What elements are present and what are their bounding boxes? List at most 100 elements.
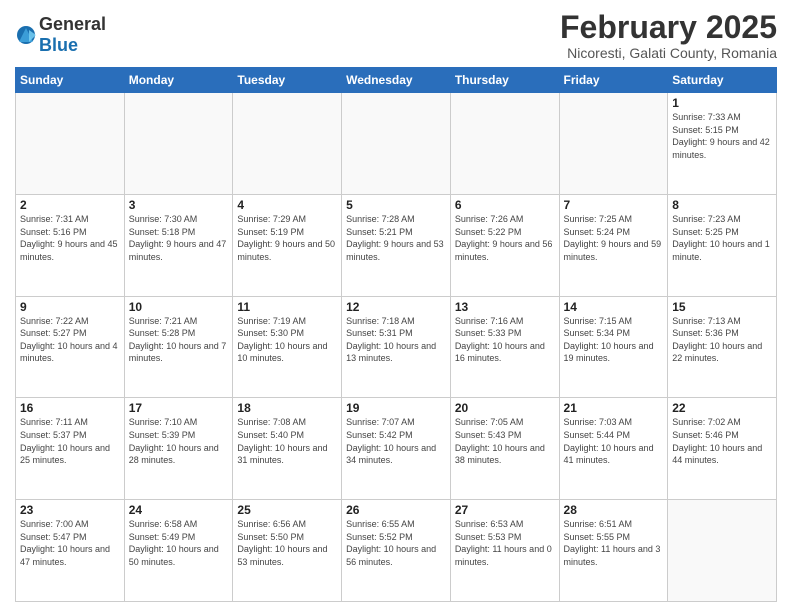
day-cell: 15Sunrise: 7:13 AM Sunset: 5:36 PM Dayli…	[668, 296, 777, 398]
day-number: 28	[564, 503, 664, 517]
day-info: Sunrise: 7:10 AM Sunset: 5:39 PM Dayligh…	[129, 416, 229, 466]
day-cell: 9Sunrise: 7:22 AM Sunset: 5:27 PM Daylig…	[16, 296, 125, 398]
calendar-table: Sunday Monday Tuesday Wednesday Thursday…	[15, 67, 777, 602]
day-cell: 11Sunrise: 7:19 AM Sunset: 5:30 PM Dayli…	[233, 296, 342, 398]
day-info: Sunrise: 7:31 AM Sunset: 5:16 PM Dayligh…	[20, 213, 120, 263]
day-number: 15	[672, 300, 772, 314]
day-number: 26	[346, 503, 446, 517]
day-info: Sunrise: 7:25 AM Sunset: 5:24 PM Dayligh…	[564, 213, 664, 263]
col-thursday: Thursday	[450, 68, 559, 93]
calendar-header-row: Sunday Monday Tuesday Wednesday Thursday…	[16, 68, 777, 93]
day-number: 17	[129, 401, 229, 415]
day-info: Sunrise: 7:05 AM Sunset: 5:43 PM Dayligh…	[455, 416, 555, 466]
day-cell: 18Sunrise: 7:08 AM Sunset: 5:40 PM Dayli…	[233, 398, 342, 500]
day-cell	[668, 500, 777, 602]
day-number: 24	[129, 503, 229, 517]
day-number: 27	[455, 503, 555, 517]
day-number: 21	[564, 401, 664, 415]
col-friday: Friday	[559, 68, 668, 93]
day-number: 23	[20, 503, 120, 517]
title-block: February 2025 Nicoresti, Galati County, …	[560, 10, 777, 61]
logo-icon	[15, 24, 37, 46]
day-info: Sunrise: 7:33 AM Sunset: 5:15 PM Dayligh…	[672, 111, 772, 161]
day-number: 11	[237, 300, 337, 314]
day-cell: 6Sunrise: 7:26 AM Sunset: 5:22 PM Daylig…	[450, 194, 559, 296]
col-wednesday: Wednesday	[342, 68, 451, 93]
day-cell	[559, 93, 668, 195]
day-number: 1	[672, 96, 772, 110]
day-cell: 10Sunrise: 7:21 AM Sunset: 5:28 PM Dayli…	[124, 296, 233, 398]
day-cell: 3Sunrise: 7:30 AM Sunset: 5:18 PM Daylig…	[124, 194, 233, 296]
day-cell: 25Sunrise: 6:56 AM Sunset: 5:50 PM Dayli…	[233, 500, 342, 602]
day-cell: 22Sunrise: 7:02 AM Sunset: 5:46 PM Dayli…	[668, 398, 777, 500]
day-info: Sunrise: 7:07 AM Sunset: 5:42 PM Dayligh…	[346, 416, 446, 466]
day-number: 19	[346, 401, 446, 415]
col-sunday: Sunday	[16, 68, 125, 93]
week-row-1: 1Sunrise: 7:33 AM Sunset: 5:15 PM Daylig…	[16, 93, 777, 195]
day-cell	[16, 93, 125, 195]
day-number: 5	[346, 198, 446, 212]
day-number: 4	[237, 198, 337, 212]
col-monday: Monday	[124, 68, 233, 93]
day-info: Sunrise: 7:18 AM Sunset: 5:31 PM Dayligh…	[346, 315, 446, 365]
day-cell: 19Sunrise: 7:07 AM Sunset: 5:42 PM Dayli…	[342, 398, 451, 500]
day-info: Sunrise: 7:30 AM Sunset: 5:18 PM Dayligh…	[129, 213, 229, 263]
day-info: Sunrise: 7:15 AM Sunset: 5:34 PM Dayligh…	[564, 315, 664, 365]
header: General Blue February 2025 Nicoresti, Ga…	[15, 10, 777, 61]
day-cell: 13Sunrise: 7:16 AM Sunset: 5:33 PM Dayli…	[450, 296, 559, 398]
day-number: 9	[20, 300, 120, 314]
day-info: Sunrise: 7:28 AM Sunset: 5:21 PM Dayligh…	[346, 213, 446, 263]
day-cell: 8Sunrise: 7:23 AM Sunset: 5:25 PM Daylig…	[668, 194, 777, 296]
day-cell: 4Sunrise: 7:29 AM Sunset: 5:19 PM Daylig…	[233, 194, 342, 296]
month-title: February 2025	[560, 10, 777, 45]
day-cell: 27Sunrise: 6:53 AM Sunset: 5:53 PM Dayli…	[450, 500, 559, 602]
day-info: Sunrise: 6:56 AM Sunset: 5:50 PM Dayligh…	[237, 518, 337, 568]
day-number: 10	[129, 300, 229, 314]
day-cell: 20Sunrise: 7:05 AM Sunset: 5:43 PM Dayli…	[450, 398, 559, 500]
day-cell	[450, 93, 559, 195]
day-info: Sunrise: 7:02 AM Sunset: 5:46 PM Dayligh…	[672, 416, 772, 466]
day-number: 25	[237, 503, 337, 517]
day-info: Sunrise: 6:53 AM Sunset: 5:53 PM Dayligh…	[455, 518, 555, 568]
day-cell	[124, 93, 233, 195]
col-saturday: Saturday	[668, 68, 777, 93]
day-number: 6	[455, 198, 555, 212]
day-cell	[342, 93, 451, 195]
day-info: Sunrise: 7:11 AM Sunset: 5:37 PM Dayligh…	[20, 416, 120, 466]
week-row-3: 9Sunrise: 7:22 AM Sunset: 5:27 PM Daylig…	[16, 296, 777, 398]
day-cell: 26Sunrise: 6:55 AM Sunset: 5:52 PM Dayli…	[342, 500, 451, 602]
day-cell: 16Sunrise: 7:11 AM Sunset: 5:37 PM Dayli…	[16, 398, 125, 500]
day-cell: 5Sunrise: 7:28 AM Sunset: 5:21 PM Daylig…	[342, 194, 451, 296]
day-info: Sunrise: 7:00 AM Sunset: 5:47 PM Dayligh…	[20, 518, 120, 568]
day-cell: 2Sunrise: 7:31 AM Sunset: 5:16 PM Daylig…	[16, 194, 125, 296]
day-info: Sunrise: 7:29 AM Sunset: 5:19 PM Dayligh…	[237, 213, 337, 263]
day-info: Sunrise: 7:23 AM Sunset: 5:25 PM Dayligh…	[672, 213, 772, 263]
day-cell	[233, 93, 342, 195]
day-number: 14	[564, 300, 664, 314]
day-info: Sunrise: 7:26 AM Sunset: 5:22 PM Dayligh…	[455, 213, 555, 263]
day-info: Sunrise: 7:19 AM Sunset: 5:30 PM Dayligh…	[237, 315, 337, 365]
day-cell: 21Sunrise: 7:03 AM Sunset: 5:44 PM Dayli…	[559, 398, 668, 500]
day-info: Sunrise: 6:51 AM Sunset: 5:55 PM Dayligh…	[564, 518, 664, 568]
week-row-5: 23Sunrise: 7:00 AM Sunset: 5:47 PM Dayli…	[16, 500, 777, 602]
day-cell: 23Sunrise: 7:00 AM Sunset: 5:47 PM Dayli…	[16, 500, 125, 602]
day-number: 13	[455, 300, 555, 314]
day-number: 22	[672, 401, 772, 415]
day-info: Sunrise: 6:58 AM Sunset: 5:49 PM Dayligh…	[129, 518, 229, 568]
day-number: 2	[20, 198, 120, 212]
day-info: Sunrise: 7:03 AM Sunset: 5:44 PM Dayligh…	[564, 416, 664, 466]
day-cell: 12Sunrise: 7:18 AM Sunset: 5:31 PM Dayli…	[342, 296, 451, 398]
day-number: 18	[237, 401, 337, 415]
day-number: 7	[564, 198, 664, 212]
day-cell: 17Sunrise: 7:10 AM Sunset: 5:39 PM Dayli…	[124, 398, 233, 500]
day-cell: 28Sunrise: 6:51 AM Sunset: 5:55 PM Dayli…	[559, 500, 668, 602]
day-info: Sunrise: 7:16 AM Sunset: 5:33 PM Dayligh…	[455, 315, 555, 365]
day-cell: 24Sunrise: 6:58 AM Sunset: 5:49 PM Dayli…	[124, 500, 233, 602]
day-cell: 7Sunrise: 7:25 AM Sunset: 5:24 PM Daylig…	[559, 194, 668, 296]
day-info: Sunrise: 7:21 AM Sunset: 5:28 PM Dayligh…	[129, 315, 229, 365]
day-number: 3	[129, 198, 229, 212]
logo-text: General Blue	[39, 14, 106, 56]
day-cell: 1Sunrise: 7:33 AM Sunset: 5:15 PM Daylig…	[668, 93, 777, 195]
week-row-4: 16Sunrise: 7:11 AM Sunset: 5:37 PM Dayli…	[16, 398, 777, 500]
week-row-2: 2Sunrise: 7:31 AM Sunset: 5:16 PM Daylig…	[16, 194, 777, 296]
